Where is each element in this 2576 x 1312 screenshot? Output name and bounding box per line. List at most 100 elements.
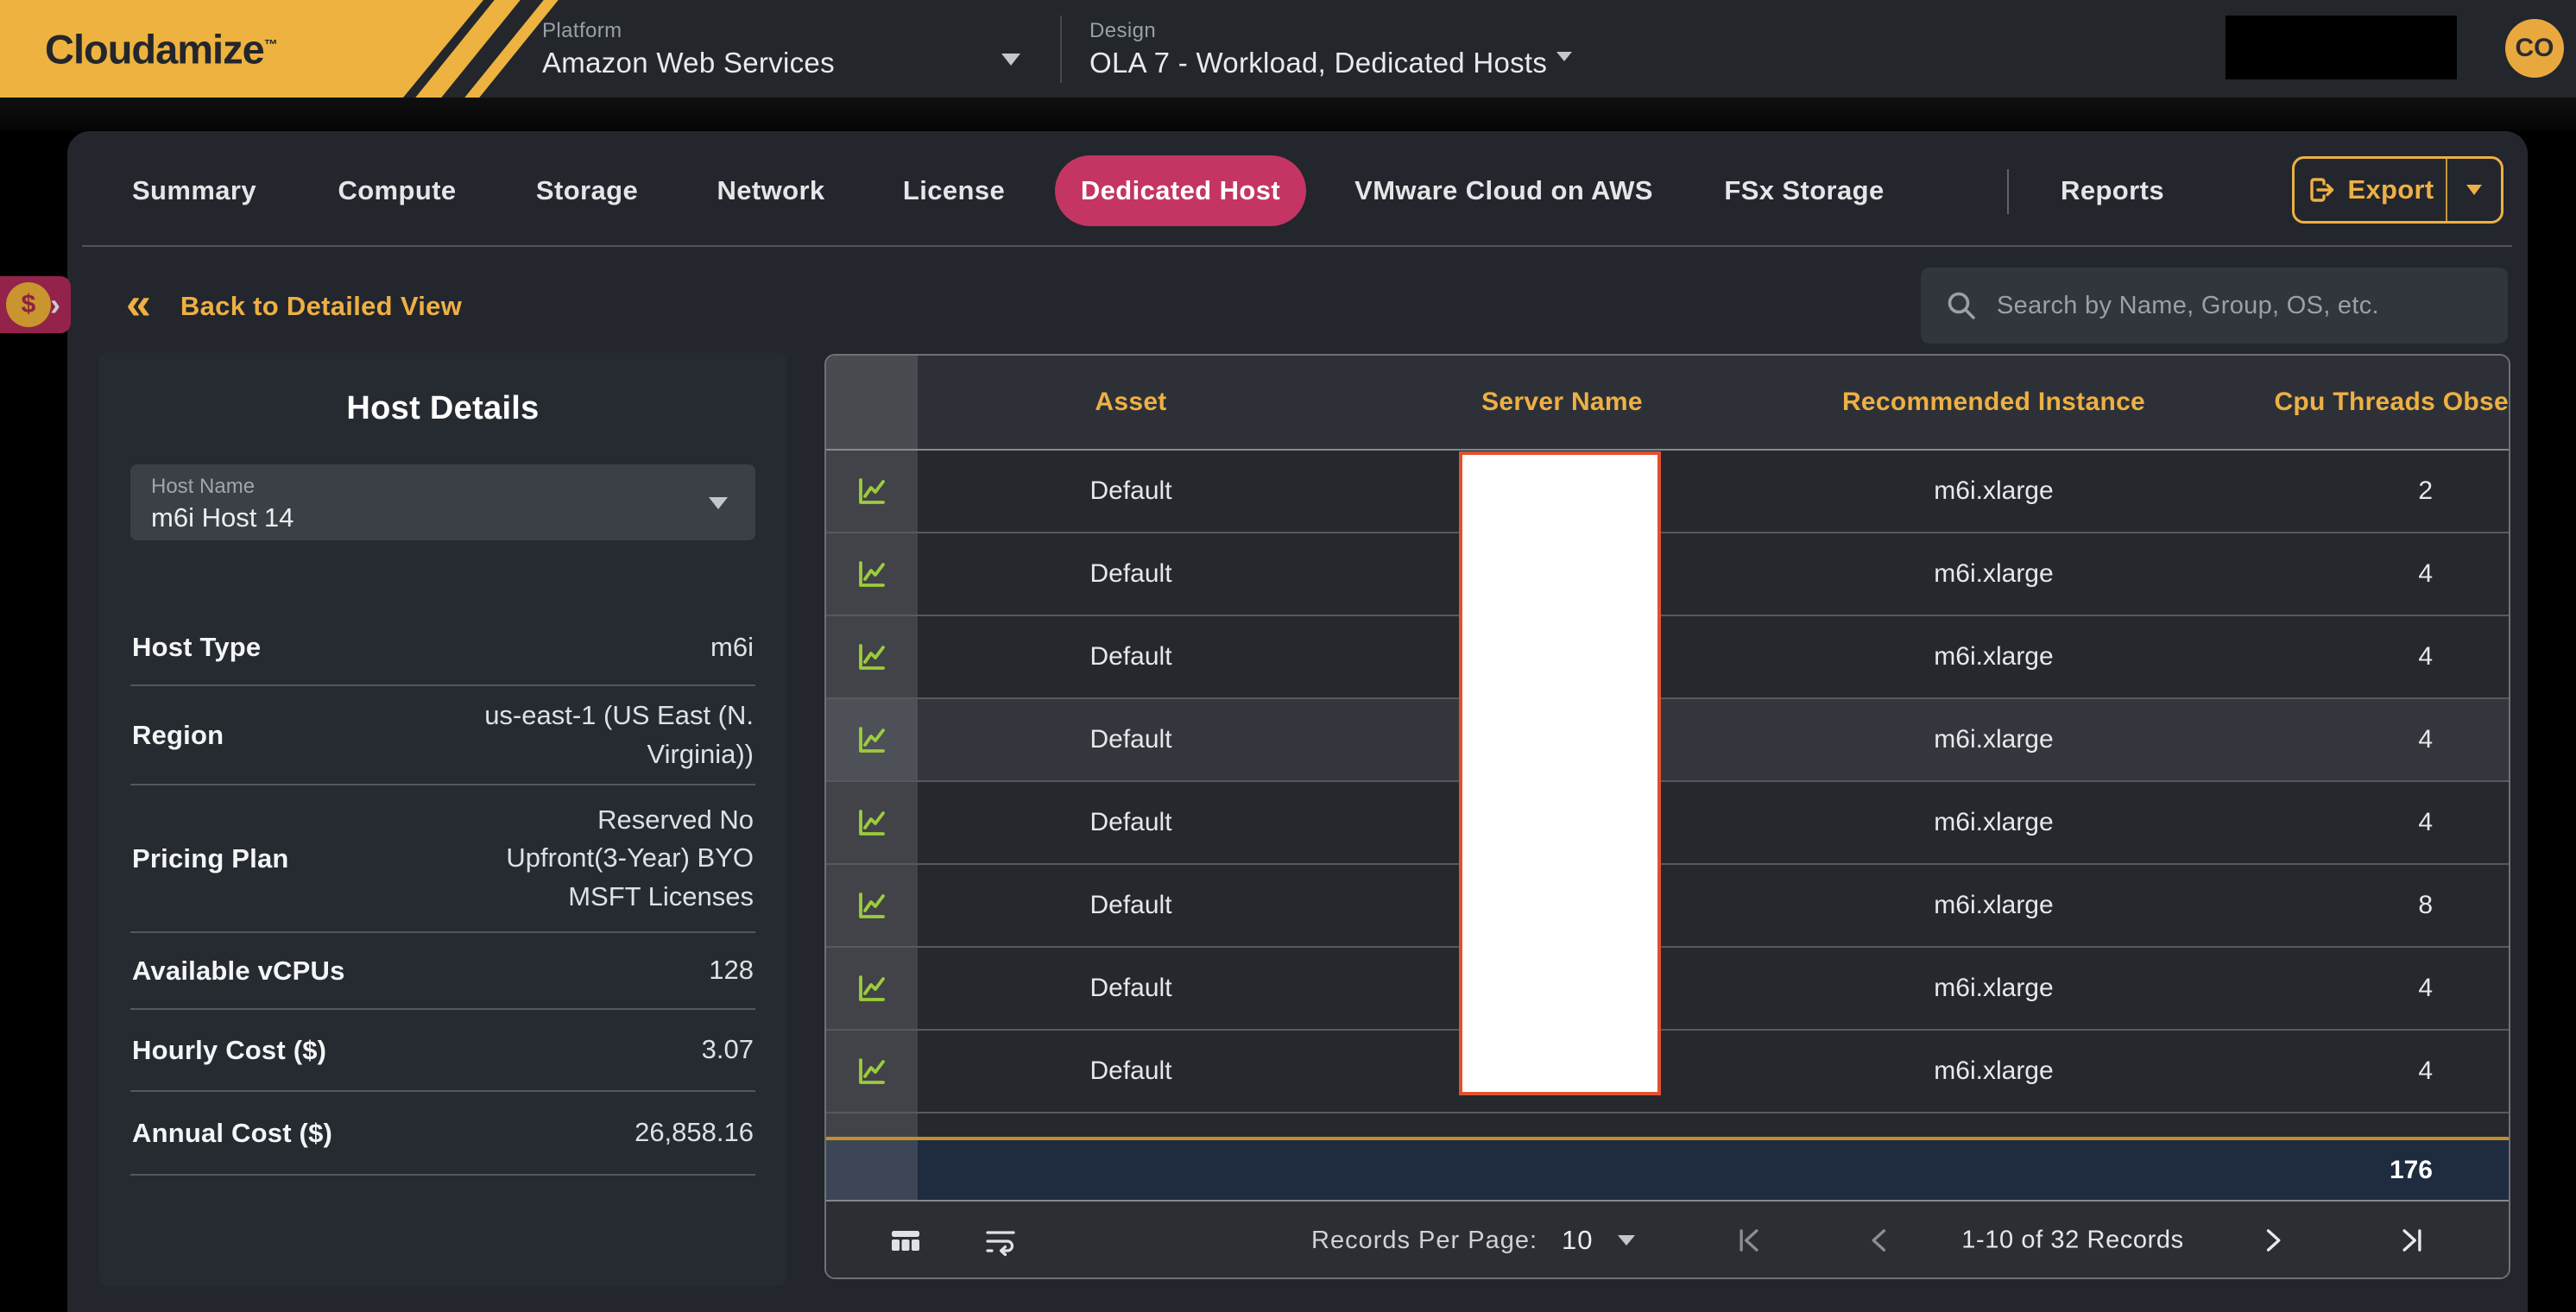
- wrap-text-icon: [983, 1223, 1018, 1258]
- currency-side-tab[interactable]: $ ›: [0, 276, 71, 333]
- column-header-asset[interactable]: Asset: [918, 388, 1344, 417]
- brand-wordmark: Cloudamize™: [45, 25, 277, 73]
- chevron-down-icon: [709, 497, 728, 509]
- open-chart-button[interactable]: [826, 865, 918, 946]
- platform-label: Platform: [542, 19, 622, 43]
- line-chart-icon: [853, 472, 891, 510]
- cell-recommended-instance: m6i.xlarge: [1780, 725, 2207, 754]
- detail-label: Available vCPUs: [132, 956, 345, 987]
- detail-value: m6i: [710, 628, 754, 666]
- tab-fsx-storage[interactable]: FSx Storage: [1724, 175, 1884, 206]
- open-chart-button[interactable]: [826, 451, 918, 532]
- chevron-left-icon: [1863, 1223, 1897, 1258]
- detail-value: 128: [709, 951, 754, 989]
- table-columns-icon: [888, 1223, 923, 1258]
- topbar-shadow-gap: [0, 98, 2576, 131]
- chevron-down-icon: [1556, 52, 1572, 61]
- cell-cpu-threads: 4: [2207, 642, 2509, 672]
- cell-cpu-threads: 2: [2207, 476, 2509, 506]
- search-box[interactable]: [1921, 268, 2508, 344]
- search-input[interactable]: [1997, 292, 2485, 320]
- line-chart-icon: [853, 555, 891, 593]
- export-icon: [2307, 175, 2336, 205]
- line-chart-icon: [853, 721, 891, 759]
- tab-license[interactable]: License: [903, 175, 1005, 206]
- pagination-first-page-button[interactable]: [1732, 1223, 1766, 1258]
- total-row-icon-cell: [826, 1140, 918, 1200]
- table-row: Default m6i.xlarge 4: [826, 699, 2509, 782]
- column-header-server-name[interactable]: Server Name: [1344, 388, 1780, 417]
- export-main[interactable]: Export: [2295, 159, 2446, 221]
- table-total-row: 176: [826, 1137, 2509, 1200]
- line-chart-icon: [853, 886, 891, 924]
- records-per-page-label: Records Per Page:: [1311, 1227, 1537, 1255]
- trademark-symbol: ™: [264, 37, 277, 52]
- host-name-label: Host Name: [151, 475, 255, 499]
- open-chart-button[interactable]: [826, 1031, 918, 1112]
- detail-value: us-east-1 (US East (N. Virginia)): [484, 697, 754, 773]
- records-per-page-select[interactable]: Records Per Page: 10: [1311, 1225, 1635, 1256]
- line-chart-icon: [853, 1052, 891, 1090]
- line-chart-icon: [853, 804, 891, 842]
- column-header-cpu-threads[interactable]: Cpu Threads Obse: [2207, 388, 2509, 417]
- line-chart-icon: [853, 638, 891, 676]
- server-name-redaction-overlay: [1459, 451, 1661, 1095]
- host-detail-row: Available vCPUs 128: [130, 933, 755, 1010]
- table-body: Default m6i.xlarge 2 Default m6i.xlarge …: [826, 451, 2509, 1113]
- table-row: Default m6i.xlarge 4: [826, 782, 2509, 865]
- cell-asset: Default: [918, 974, 1344, 1003]
- cell-cpu-threads: 4: [2207, 725, 2509, 754]
- tab-summary[interactable]: Summary: [132, 175, 256, 206]
- host-detail-row: Hourly Cost ($) 3.07: [130, 1010, 755, 1092]
- export-label: Export: [2348, 174, 2434, 205]
- design-label: Design: [1089, 19, 1156, 43]
- cell-recommended-instance: m6i.xlarge: [1780, 974, 2207, 1003]
- open-chart-button[interactable]: [826, 699, 918, 780]
- back-to-detailed-view-link[interactable]: « Back to Detailed View: [126, 287, 462, 326]
- design-select[interactable]: Design OLA 7 - Workload, Dedicated Hosts: [1089, 0, 1590, 98]
- tab-dedicated-host-active[interactable]: Dedicated Host: [1055, 155, 1306, 226]
- redaction-box: [2226, 16, 2457, 79]
- host-name-select[interactable]: Host Name m6i Host 14: [130, 464, 755, 540]
- detail-value: Reserved No Upfront(3-Year) BYO MSFT Lic…: [506, 801, 754, 915]
- chevron-down-icon: [1001, 54, 1020, 66]
- tab-reports[interactable]: Reports: [2061, 175, 2164, 206]
- cell-recommended-instance: m6i.xlarge: [1780, 891, 2207, 920]
- open-chart-button[interactable]: [826, 616, 918, 697]
- table-row: Default m6i.xlarge 4: [826, 533, 2509, 616]
- host-details-list: Host Type m6i Region us-east-1 (US East …: [130, 610, 755, 1176]
- host-detail-row: Annual Cost ($) 26,858.16: [130, 1092, 755, 1176]
- tab-compute[interactable]: Compute: [338, 175, 456, 206]
- top-bar: Cloudamize™ Platform Amazon Web Services…: [0, 0, 2576, 98]
- platform-select[interactable]: Platform Amazon Web Services: [542, 0, 1026, 98]
- cell-cpu-threads: 4: [2207, 974, 2509, 1003]
- pagination-previous-page-button[interactable]: [1863, 1223, 1897, 1258]
- cell-asset: Default: [918, 476, 1344, 506]
- table-footer: Records Per Page: 10 1-10 of 32 Records: [826, 1200, 2509, 1277]
- partial-row-icon-cell: [826, 1113, 918, 1137]
- table-row: Default m6i.xlarge 4: [826, 1031, 2509, 1113]
- tab-storage[interactable]: Storage: [536, 175, 638, 206]
- column-settings-button[interactable]: [888, 1223, 923, 1258]
- chevron-down-icon: [1618, 1235, 1635, 1246]
- chevron-right-icon: ›: [50, 289, 60, 320]
- column-header-recommended-instance[interactable]: Recommended Instance: [1780, 388, 2207, 417]
- tab-network[interactable]: Network: [717, 175, 824, 206]
- open-chart-button[interactable]: [826, 533, 918, 615]
- tab-vmware-cloud-on-aws[interactable]: VMware Cloud on AWS: [1354, 175, 1653, 206]
- pagination-next-page-button[interactable]: [2255, 1223, 2289, 1258]
- cell-asset: Default: [918, 808, 1344, 837]
- detail-label: Region: [132, 720, 224, 751]
- first-page-icon: [1732, 1223, 1766, 1258]
- pagination-last-page-button[interactable]: [2395, 1223, 2429, 1258]
- open-chart-button[interactable]: [826, 948, 918, 1029]
- open-chart-button[interactable]: [826, 782, 918, 863]
- table-row: Default m6i.xlarge 8: [826, 865, 2509, 948]
- detail-value: 3.07: [702, 1031, 754, 1069]
- user-avatar[interactable]: CO: [2505, 19, 2564, 78]
- detail-label: Host Type: [132, 632, 261, 663]
- export-button[interactable]: Export: [2292, 156, 2503, 224]
- wrap-text-button[interactable]: [983, 1223, 1018, 1258]
- platform-value: Amazon Web Services: [542, 47, 835, 79]
- export-dropdown-toggle[interactable]: [2447, 185, 2501, 195]
